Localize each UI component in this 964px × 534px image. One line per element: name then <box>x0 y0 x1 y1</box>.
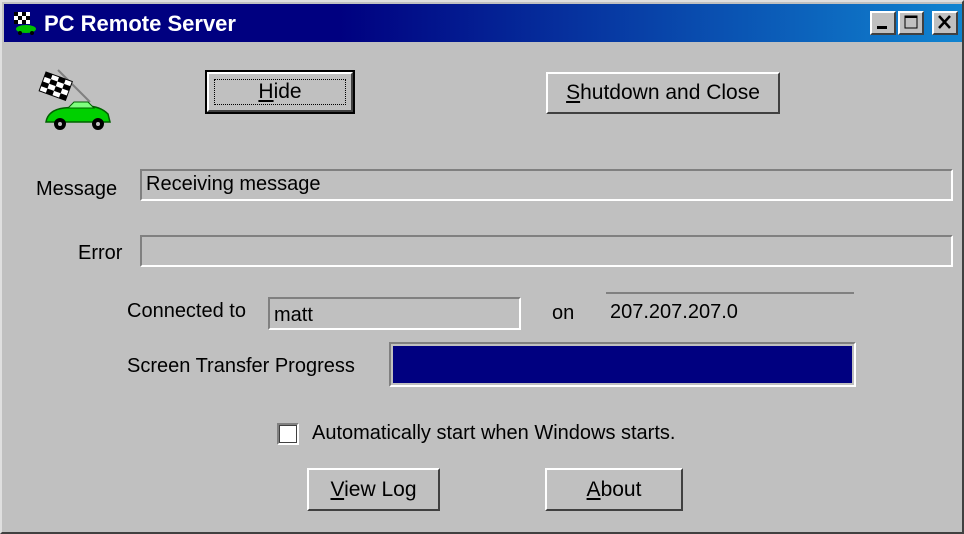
connected-user-field: matt <box>268 297 521 330</box>
about-button-label: About <box>586 477 642 501</box>
maximize-icon <box>904 15 918 29</box>
error-label: Error <box>78 242 123 264</box>
progress-label: Screen Transfer Progress <box>127 355 355 377</box>
view-log-button[interactable]: View Log <box>307 468 440 511</box>
ip-address-field: 207.207.207.0 <box>606 292 854 328</box>
message-field: Receiving message <box>140 169 953 201</box>
autostart-checkbox[interactable] <box>277 423 299 445</box>
maximize-button[interactable] <box>898 11 924 35</box>
view-log-button-label: View Log <box>330 477 417 501</box>
app-logo-icon <box>38 69 111 130</box>
shutdown-button-label: Shutdown and Close <box>566 81 760 104</box>
close-icon <box>938 15 951 29</box>
hide-button[interactable]: Hide <box>205 70 355 114</box>
autostart-label[interactable]: Automatically start when Windows starts. <box>312 422 675 445</box>
minimize-button[interactable] <box>870 11 896 35</box>
close-button[interactable] <box>932 11 958 35</box>
minimize-icon <box>877 26 887 29</box>
app-title-icon <box>14 12 36 35</box>
about-button[interactable]: About <box>545 468 683 511</box>
shutdown-close-button[interactable]: Shutdown and Close <box>546 72 780 114</box>
connected-to-label: Connected to <box>127 300 246 322</box>
on-label: on <box>552 302 575 324</box>
progress-fill <box>393 346 852 383</box>
focus-rect <box>214 79 346 105</box>
error-field <box>140 235 953 267</box>
title-bar[interactable]: PC Remote Server <box>4 4 962 42</box>
window-title: PC Remote Server <box>44 11 236 36</box>
main-window: PC Remote Server Hide Shutdown and Close… <box>0 0 964 534</box>
screen-transfer-progress-bar <box>389 342 856 387</box>
message-label: Message <box>36 178 118 200</box>
